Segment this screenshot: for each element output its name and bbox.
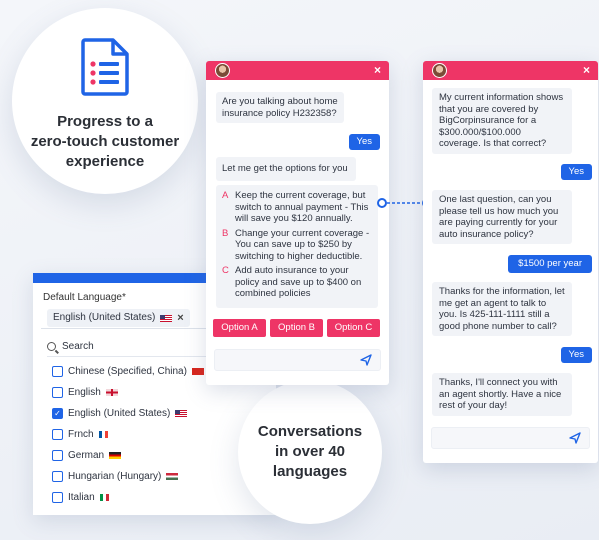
option-letter: A [222, 190, 229, 201]
languages-title-line-2: in over 40 [274, 443, 346, 460]
language-option-label: English (United States) [68, 408, 171, 419]
message-input[interactable] [214, 349, 381, 371]
send-icon[interactable] [360, 354, 372, 366]
chat-header: × [206, 61, 389, 80]
bot-message: Are you talking about home insurance pol… [216, 92, 344, 123]
document-list-icon [81, 38, 129, 96]
progress-title-line-2: zero-touch customer [30, 133, 180, 150]
languages-promo-circle: Conversations in over 40 languages [238, 380, 382, 524]
options-message: A Keep the current coverage, but switch … [216, 185, 378, 308]
hungary-flag-icon [166, 473, 179, 480]
selected-language-label: English (United States) [53, 312, 156, 323]
italy-flag-icon [99, 494, 109, 501]
language-option-label: German [68, 450, 105, 461]
chat-window-agent-handoff: × My current information shows that you … [423, 61, 598, 463]
option-text: Change your current coverage - You can s… [235, 227, 370, 262]
checkbox[interactable] [52, 366, 63, 377]
languages-title-line-3: languages [272, 463, 348, 480]
language-option-hungarian[interactable]: Hungarian (Hungary) [52, 466, 262, 487]
language-option-english[interactable]: English [52, 382, 262, 403]
user-reply: Yes [560, 347, 592, 363]
uk-flag-icon [105, 389, 118, 396]
search-placeholder: Search [62, 341, 94, 352]
option-letter: B [222, 227, 229, 239]
option-b: B Change your current coverage - You can… [222, 228, 372, 263]
us-flag-icon [160, 314, 173, 322]
agent-avatar [215, 63, 230, 78]
china-flag-icon [191, 368, 204, 375]
languages-title-line-1: Conversations [257, 423, 363, 440]
bot-message: My current information shows that you ar… [432, 88, 572, 154]
us-flag-icon [175, 410, 188, 417]
close-icon[interactable]: × [374, 63, 381, 78]
progress-promo-circle: Progress to a zero-touch customer experi… [12, 8, 198, 194]
checkbox[interactable] [52, 387, 63, 398]
selected-language-chip[interactable]: English (United States) × [47, 309, 190, 327]
user-reply: Yes [560, 164, 592, 180]
checkbox[interactable] [52, 429, 63, 440]
option-text: Keep the current coverage, but switch to… [235, 190, 369, 224]
option-a: A Keep the current coverage, but switch … [222, 190, 372, 225]
checkbox[interactable] [52, 471, 63, 482]
user-reply: $1500 per year [508, 255, 592, 273]
send-icon[interactable] [569, 432, 581, 444]
default-language-label: Default Language* [43, 292, 126, 303]
option-c-button[interactable]: Option C [327, 319, 380, 337]
checkbox-checked[interactable]: ✓ [52, 408, 63, 419]
language-option-label: Hungarian (Hungary) [68, 471, 162, 482]
agent-avatar [432, 63, 447, 78]
option-letter: C [222, 265, 229, 276]
option-c: C Add auto insurance to your policy and … [222, 265, 372, 300]
language-option-label: Italian [68, 492, 95, 503]
checkbox[interactable] [52, 450, 63, 461]
progress-title-line-3: experience [65, 153, 145, 170]
language-option-label: Chinese (Specified, China) [68, 366, 187, 377]
language-option-label: Frnch [68, 429, 94, 440]
language-option-italian[interactable]: Italian [52, 487, 262, 508]
close-icon[interactable]: × [583, 63, 590, 78]
france-flag-icon [98, 431, 108, 438]
bot-message: One last question, can you please tell u… [432, 190, 572, 244]
option-text: Add auto insurance to your policy and sa… [235, 265, 362, 299]
bot-message: Thanks for the information, let me get a… [432, 282, 572, 336]
bot-message: Thanks, I'll connect you with an agent s… [432, 373, 572, 416]
remove-chip-icon[interactable]: × [177, 309, 183, 327]
chat-header: × [423, 61, 598, 80]
bot-message: Let me get the options for you [216, 157, 356, 181]
language-option-german[interactable]: German [52, 445, 262, 466]
language-option-label: English [68, 387, 101, 398]
chat-window-options: × Are you talking about home insurance p… [206, 61, 389, 385]
option-a-button[interactable]: Option A [213, 319, 266, 337]
search-icon [47, 342, 56, 351]
language-option-french[interactable]: Frnch [52, 424, 262, 445]
user-reply: Yes [348, 134, 380, 150]
progress-title-line-1: Progress to a [57, 113, 153, 130]
checkbox[interactable] [52, 492, 63, 503]
germany-flag-icon [109, 452, 122, 459]
message-input[interactable] [431, 427, 590, 449]
option-b-button[interactable]: Option B [270, 319, 323, 337]
language-option-english-us[interactable]: ✓ English (United States) [52, 403, 262, 424]
